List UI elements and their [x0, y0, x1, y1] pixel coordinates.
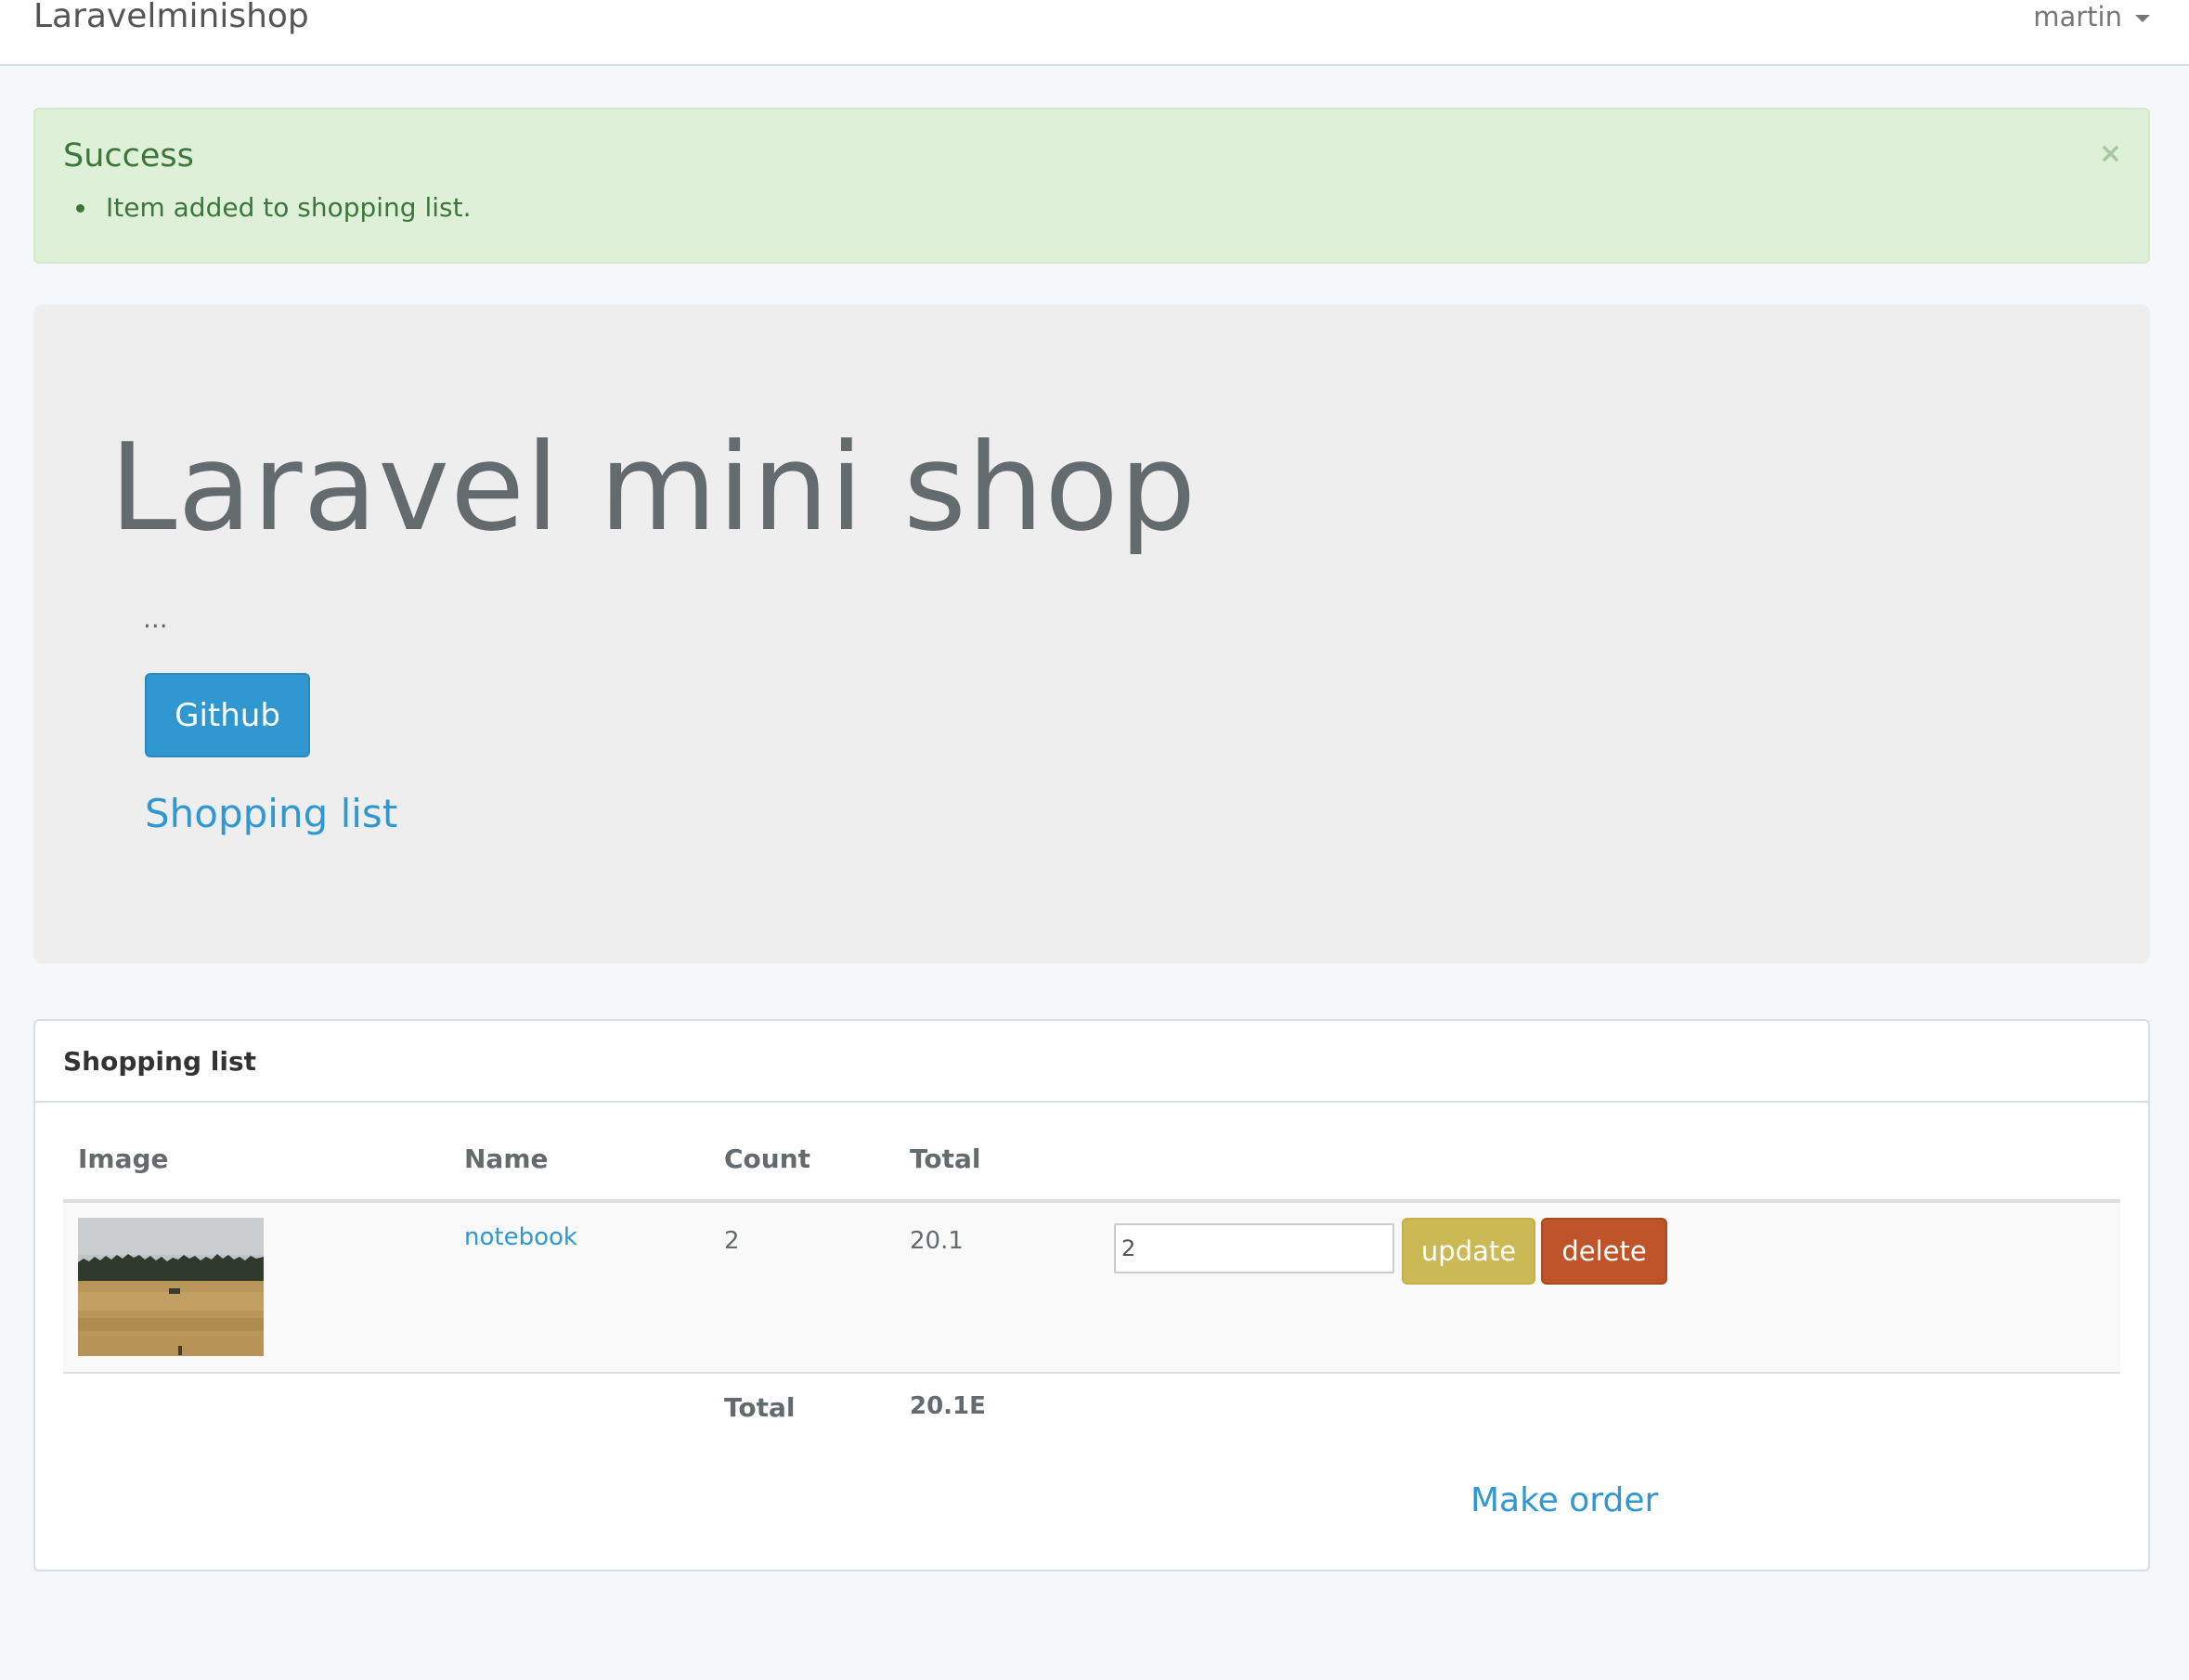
navbar: Laravelminishop martin	[0, 0, 2189, 66]
column-header-count: Count	[724, 1144, 811, 1174]
close-icon[interactable]: ×	[2099, 137, 2122, 170]
alert-title: Success	[63, 137, 194, 174]
shopping-list-link[interactable]: Shopping list	[145, 791, 397, 836]
page-title: Laravel mini shop	[110, 417, 1198, 558]
shopping-list-table: Image Name Count Total notebook 2 20.1 2…	[63, 1140, 2120, 1448]
success-alert: Success Item added to shopping list. ×	[33, 108, 2150, 264]
user-name: martin	[2033, 1, 2122, 32]
item-count: 2	[724, 1227, 740, 1255]
total-label: Total	[724, 1392, 796, 1423]
quantity-input[interactable]	[1114, 1223, 1394, 1273]
brand-link[interactable]: Laravelminishop	[33, 0, 309, 37]
jumbotron-text: ...	[143, 603, 168, 634]
caret-down-icon	[2135, 15, 2150, 22]
alert-message: Item added to shopping list.	[76, 189, 472, 226]
shopping-list-panel: Shopping list Image Name Count Total not…	[33, 1019, 2150, 1571]
update-button[interactable]: update	[1402, 1218, 1535, 1285]
github-button[interactable]: Github	[145, 673, 310, 757]
item-name-link[interactable]: notebook	[464, 1223, 577, 1251]
column-header-total: Total	[910, 1144, 981, 1174]
table-row: notebook 2 20.1 update delete	[63, 1203, 2120, 1374]
column-header-name: Name	[464, 1144, 549, 1174]
user-menu-dropdown[interactable]: martin	[2033, 0, 2150, 35]
total-value: 20.1E	[910, 1392, 986, 1420]
column-header-image: Image	[78, 1144, 169, 1174]
alert-message-list: Item added to shopping list.	[76, 189, 472, 226]
table-header-row: Image Name Count Total	[63, 1140, 2120, 1203]
item-total: 20.1	[910, 1227, 964, 1255]
product-photo	[78, 1218, 264, 1356]
panel-heading: Shopping list	[35, 1021, 2148, 1103]
make-order-link[interactable]: Make order	[1470, 1481, 1658, 1519]
delete-button[interactable]: delete	[1541, 1218, 1667, 1285]
product-image	[78, 1218, 264, 1356]
table-total-row: Total 20.1E	[63, 1374, 2120, 1448]
jumbotron	[33, 304, 2150, 963]
